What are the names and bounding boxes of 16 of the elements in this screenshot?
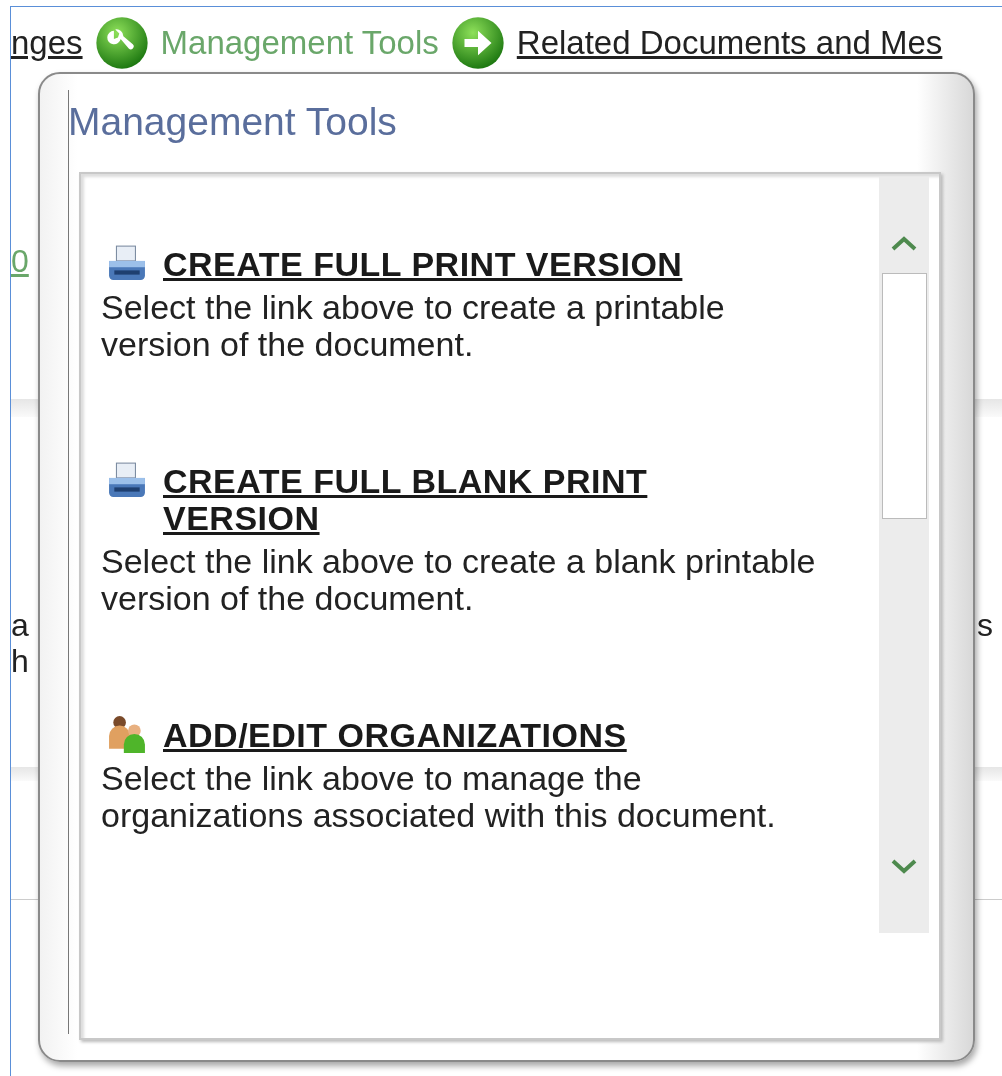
background-text: a <box>11 607 29 643</box>
tool-description: Select the link above to manage the organizations associated with this document. <box>101 760 777 834</box>
tool-link[interactable]: ADD/EDIT ORGANIZATIONS <box>163 717 627 754</box>
tool-description: Select the link above to create a blank printable version of the document. <box>101 543 817 617</box>
tool-link[interactable]: CREATE FULL PRINT VERSION <box>163 246 683 283</box>
scrollbar[interactable] <box>879 177 929 933</box>
popup-title: Management Tools <box>68 99 398 145</box>
background-text: h <box>11 643 29 679</box>
tool-link[interactable]: CREATE FULL BLANK PRINT VERSION <box>163 463 683 537</box>
background-text: s <box>977 607 993 645</box>
breadcrumb-current: Management Tools <box>160 24 439 62</box>
scroll-thumb[interactable] <box>881 273 927 519</box>
breadcrumb-link[interactable]: nges <box>11 24 83 62</box>
breadcrumb-link[interactable]: Related Documents and Mes <box>516 24 943 62</box>
tool-description: Select the link above to create a printable version of the document. <box>101 289 726 363</box>
wrench-icon <box>94 16 149 70</box>
